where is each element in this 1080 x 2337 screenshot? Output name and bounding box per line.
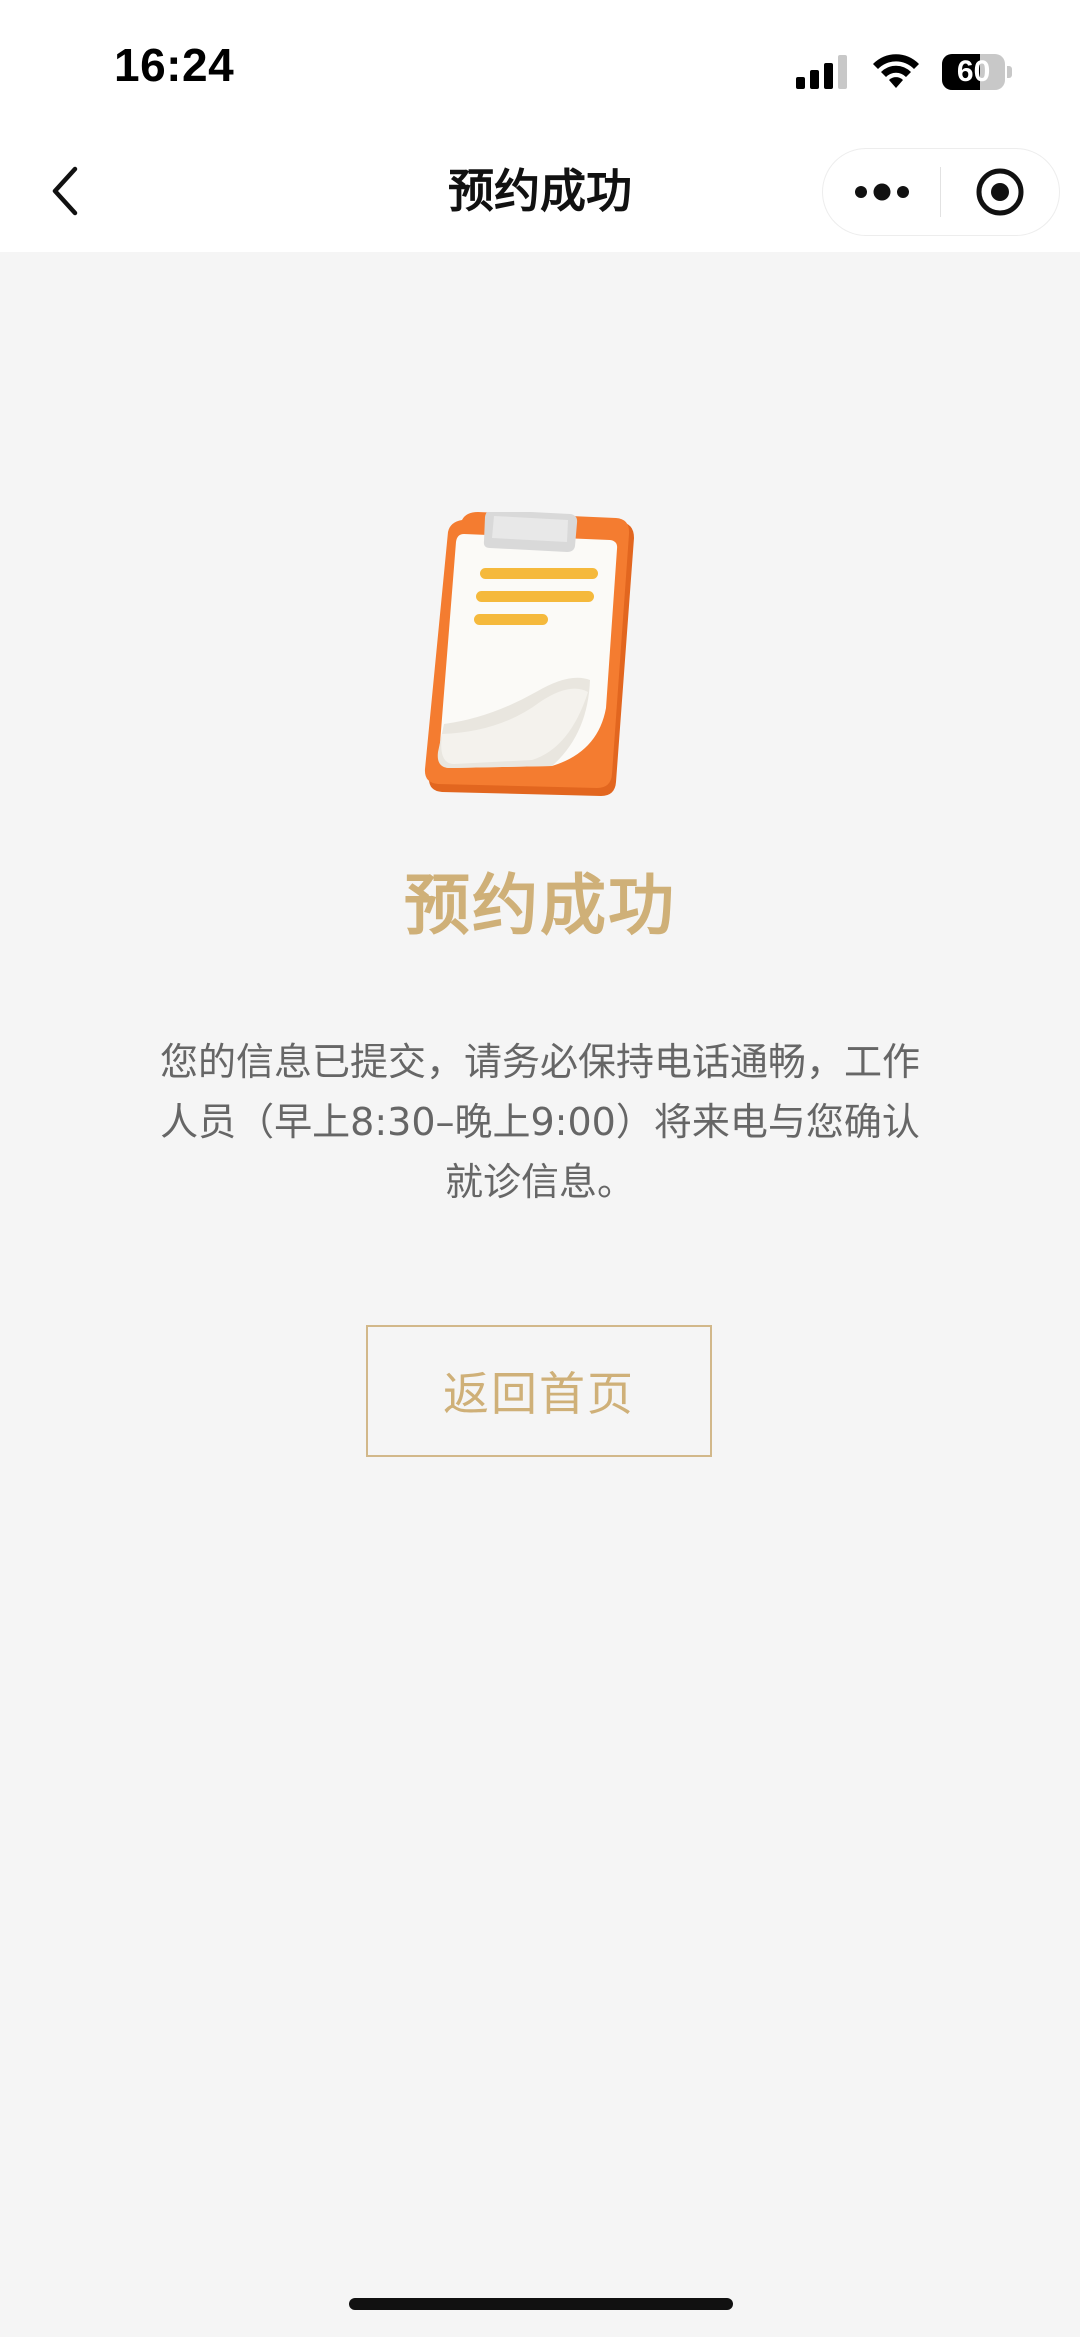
back-button[interactable] <box>30 156 100 226</box>
close-target-icon <box>976 168 1023 216</box>
battery-body: 60 <box>942 54 1006 90</box>
status-bar: 16:24 60 <box>0 0 1080 130</box>
main-content: 预约成功 您的信息已提交，请务必保持电话通畅，工作人员（早上8:30–晚上9:0… <box>0 252 1080 2337</box>
clipboard-icon <box>424 512 634 796</box>
status-icons: 60 <box>796 48 1012 96</box>
result-title: 预约成功 <box>404 867 676 944</box>
back-chevron-icon <box>52 166 78 216</box>
home-indicator <box>349 2298 733 2310</box>
signal-icon <box>796 55 847 89</box>
battery-level: 60 <box>956 55 991 88</box>
mini-program-capsule <box>822 148 1060 236</box>
wifi-icon <box>873 54 919 88</box>
status-time: 16:24 <box>114 39 235 91</box>
more-dots-icon <box>854 183 909 201</box>
nav-bar: 预约成功 <box>0 130 1080 252</box>
battery-icon: 60 <box>942 54 1012 90</box>
more-button[interactable] <box>823 149 940 235</box>
battery-cap <box>1007 66 1012 78</box>
return-home-button[interactable]: 返回首页 <box>366 1325 712 1457</box>
result-description: 您的信息已提交，请务必保持电话通畅，工作人员（早上8:30–晚上9:00）将来电… <box>160 1040 921 1204</box>
close-button[interactable] <box>941 149 1058 235</box>
